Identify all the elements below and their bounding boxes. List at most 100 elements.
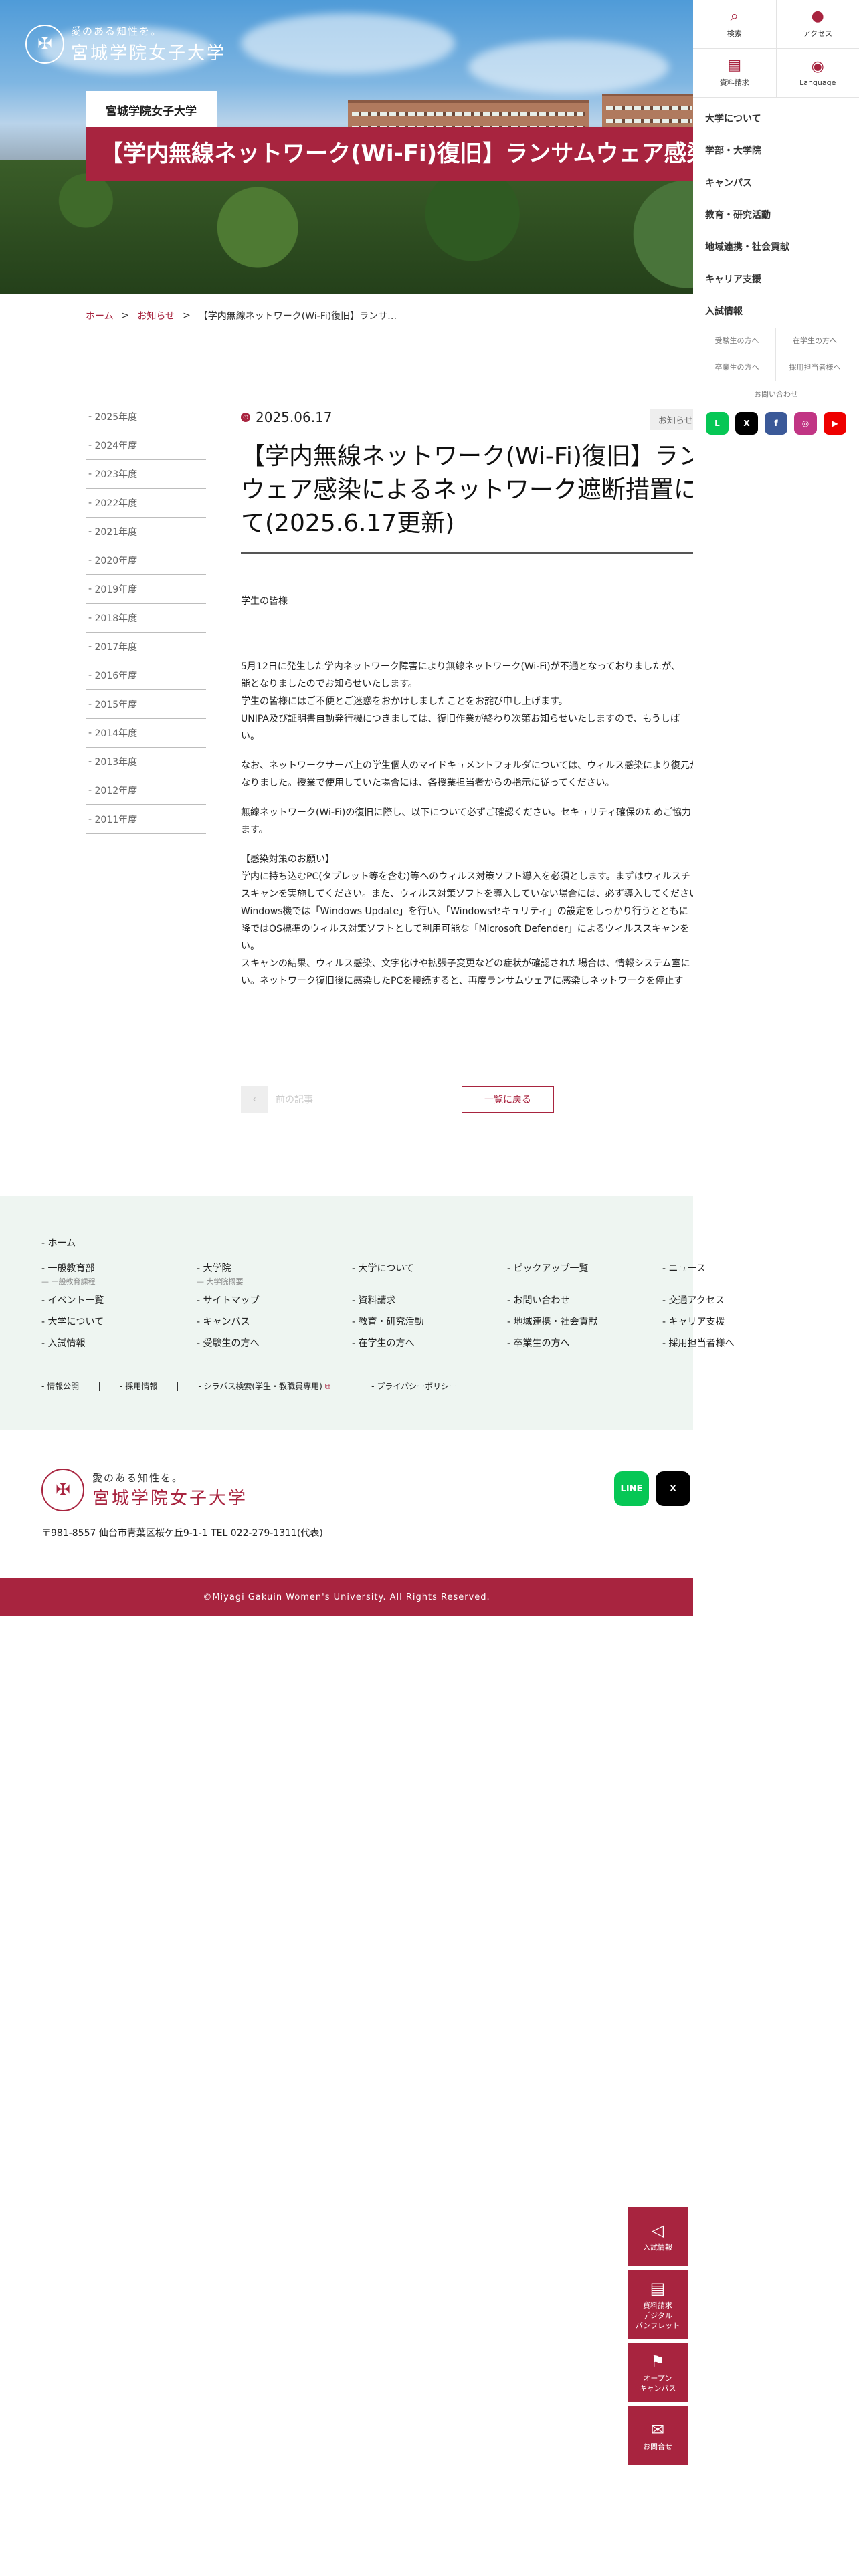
footer-link[interactable]: - イベント一覧	[41, 1293, 197, 1308]
paragraph: 無線ネットワーク(Wi-Fi)の復旧に際し、以下について必ずご確認ください。セキ…	[241, 804, 693, 839]
floating-buttons: ◁ 入試情報 ▤ 資料請求 デジタル パンフレット ⚑ オープン キャンパス ✉ お問合せ	[628, 2207, 688, 2469]
document-icon: ▤	[650, 2278, 666, 2298]
admission-button[interactable]: ◁ 入試情報	[628, 2207, 688, 2266]
float-label: お問合せ	[643, 2442, 672, 2451]
year-link[interactable]: - 2025年度	[86, 403, 206, 431]
sub-link[interactable]: 受験生の方へ	[698, 328, 776, 354]
footer-link[interactable]: - 受験生の方へ	[197, 1336, 352, 1351]
year-link[interactable]: - 2021年度	[86, 518, 206, 546]
line-icon[interactable]: L	[706, 412, 729, 435]
sub-link[interactable]: 在学生の方へ	[776, 328, 854, 354]
menu-item[interactable]: キャンパス	[705, 167, 847, 199]
year-link[interactable]: - 2012年度	[86, 776, 206, 805]
float-label: パンフレット	[635, 2321, 680, 2330]
footer-link[interactable]: - 大学について	[41, 1315, 197, 1329]
year-link[interactable]: - 2020年度	[86, 546, 206, 575]
x-icon[interactable]: X	[735, 412, 758, 435]
open-campus-button[interactable]: ⚑ オープン キャンパス	[628, 2343, 688, 2402]
year-link[interactable]: - 2015年度	[86, 690, 206, 719]
footer-bottom-link[interactable]: - プライバシーポリシー	[371, 1380, 457, 1392]
access-button[interactable]: ● アクセス	[775, 0, 859, 48]
footer-home-link[interactable]: - ホーム	[41, 1236, 693, 1249]
date-text: 2025.06.17	[256, 409, 332, 425]
footer-link[interactable]: - 一般教育部 — 一般教育課程	[41, 1261, 197, 1287]
footer-link[interactable]: - 資料請求	[352, 1293, 507, 1308]
year-label: 2020年度	[94, 556, 138, 566]
sub-link[interactable]: 卒業生の方へ	[698, 354, 776, 381]
copyright: ©Miyagi Gakuin Women's University. All R…	[0, 1578, 693, 1616]
year-link[interactable]: - 2017年度	[86, 633, 206, 661]
footer-link-label: 大学について	[358, 1263, 415, 1274]
menu-item[interactable]: キャリア支援	[705, 263, 847, 296]
menu-item[interactable]: 入試情報	[705, 296, 847, 328]
year-link[interactable]: - 2022年度	[86, 489, 206, 518]
sub-link[interactable]: 採用担当者様へ	[776, 354, 854, 381]
year-link[interactable]: - 2024年度	[86, 431, 206, 460]
year-link[interactable]: - 2018年度	[86, 604, 206, 633]
footer-bottom-link[interactable]: - シラバス検索(学生・教職員専用) ⧉	[198, 1380, 330, 1392]
footer-link[interactable]: - お問い合わせ	[507, 1293, 662, 1308]
breadcrumb-home[interactable]: ホーム	[86, 309, 114, 322]
year-link[interactable]: - 2013年度	[86, 748, 206, 776]
request-button[interactable]: ▤ 資料請求	[693, 49, 776, 97]
footer-link[interactable]: - 大学院 — 大学院概要	[197, 1261, 352, 1287]
article: ◷ 2025.06.17 お知らせ 【学内無線ネットワーク(Wi-Fi)復旧】ラン…	[241, 409, 693, 1078]
prev-arrow-icon[interactable]: ‹	[241, 1086, 268, 1113]
footer-link[interactable]: - 採用担当者様へ	[662, 1336, 818, 1351]
footer-link[interactable]: - 地域連携・社会貢献	[507, 1315, 662, 1329]
footer-link-sub[interactable]: — 大学院概要	[197, 1276, 352, 1287]
year-link[interactable]: - 2014年度	[86, 719, 206, 748]
line-icon[interactable]: LINE	[614, 1471, 649, 1506]
year-link[interactable]: - 2011年度	[86, 805, 206, 834]
footer-link[interactable]: - キャンパス	[197, 1315, 352, 1329]
mail-icon: ✉	[650, 2420, 665, 2439]
flag-icon: ⚑	[650, 2352, 665, 2371]
prev-article-link[interactable]: 前の記事	[276, 1093, 313, 1106]
footer-logo[interactable]: ✠ 愛のある知性を。 宮城学院女子大学	[41, 1469, 323, 1511]
footer-link[interactable]: - 入試情報	[41, 1336, 197, 1351]
instagram-icon[interactable]: ◎	[794, 412, 817, 435]
menu-item[interactable]: 地域連携・社会貢献	[705, 231, 847, 263]
text-line: 【感染対策のお願い】	[241, 854, 335, 865]
year-link[interactable]: - 2016年度	[86, 661, 206, 690]
search-button[interactable]: ⌕ 検索	[693, 0, 776, 48]
footer-link-label: 在学生の方へ	[358, 1338, 415, 1349]
footer-link[interactable]: - サイトマップ	[197, 1293, 352, 1308]
footer-link[interactable]: - 教育・研究活動	[352, 1315, 507, 1329]
footer-link-label: サイトマップ	[203, 1295, 260, 1306]
float-label: 資料請求	[643, 2300, 672, 2310]
breadcrumb-news[interactable]: お知らせ	[137, 309, 175, 322]
text-line: 学生の皆様にはご不便とご迷惑をおかけしましたことをお詫び申し上げます。	[241, 696, 568, 707]
language-button[interactable]: ◉ Language	[775, 49, 859, 97]
request-pamphlet-button[interactable]: ▤ 資料請求 デジタル パンフレット	[628, 2270, 688, 2339]
footer-link[interactable]: - 交通アクセス	[662, 1293, 818, 1308]
megaphone-icon: ◁	[651, 2220, 664, 2240]
menu-item[interactable]: 大学について	[705, 103, 847, 135]
back-to-list-button[interactable]: 一覧に戻る	[462, 1086, 554, 1113]
footer-link[interactable]: - 在学生の方へ	[352, 1336, 507, 1351]
youtube-icon[interactable]: ▶	[824, 412, 846, 435]
year-link[interactable]: - 2019年度	[86, 575, 206, 604]
menu-item[interactable]: 学部・大学院	[705, 135, 847, 167]
year-label: 2019年度	[94, 584, 138, 595]
footer-link[interactable]: - ピックアップ一覧	[507, 1261, 662, 1287]
contact-link[interactable]: お問い合わせ	[693, 381, 859, 408]
x-icon[interactable]: X	[656, 1471, 690, 1506]
footer-bottom-link[interactable]: - 採用情報	[120, 1380, 157, 1392]
year-link[interactable]: - 2023年度	[86, 460, 206, 489]
facebook-icon[interactable]: f	[765, 412, 787, 435]
footer-link[interactable]: - 卒業生の方へ	[507, 1336, 662, 1351]
footer-link-sub[interactable]: — 一般教育課程	[41, 1276, 197, 1287]
menu-item[interactable]: 教育・研究活動	[705, 199, 847, 231]
university-seal-icon: ✠	[25, 25, 64, 64]
footer-link[interactable]: - 大学について	[352, 1261, 507, 1287]
site-logo[interactable]: ✠ 愛のある知性を。 宮城学院女子大学	[25, 24, 226, 64]
footer-link-sub-label: 一般教育課程	[51, 1277, 96, 1286]
footer-bottom-link[interactable]: - 情報公開	[41, 1380, 79, 1392]
address: 〒981-8557 仙台市青葉区桜ケ丘9-1-1 TEL 022-279-131…	[41, 1528, 323, 1539]
text-line: なお、ネットワークサーバ上の学生個人のマイドキュメントフォルダについては、ウィル…	[241, 760, 693, 771]
footer-link[interactable]: - ニュース	[662, 1261, 818, 1287]
title-divider	[241, 552, 693, 554]
contact-button[interactable]: ✉ お問合せ	[628, 2406, 688, 2465]
footer-link[interactable]: - キャリア支援	[662, 1315, 818, 1329]
